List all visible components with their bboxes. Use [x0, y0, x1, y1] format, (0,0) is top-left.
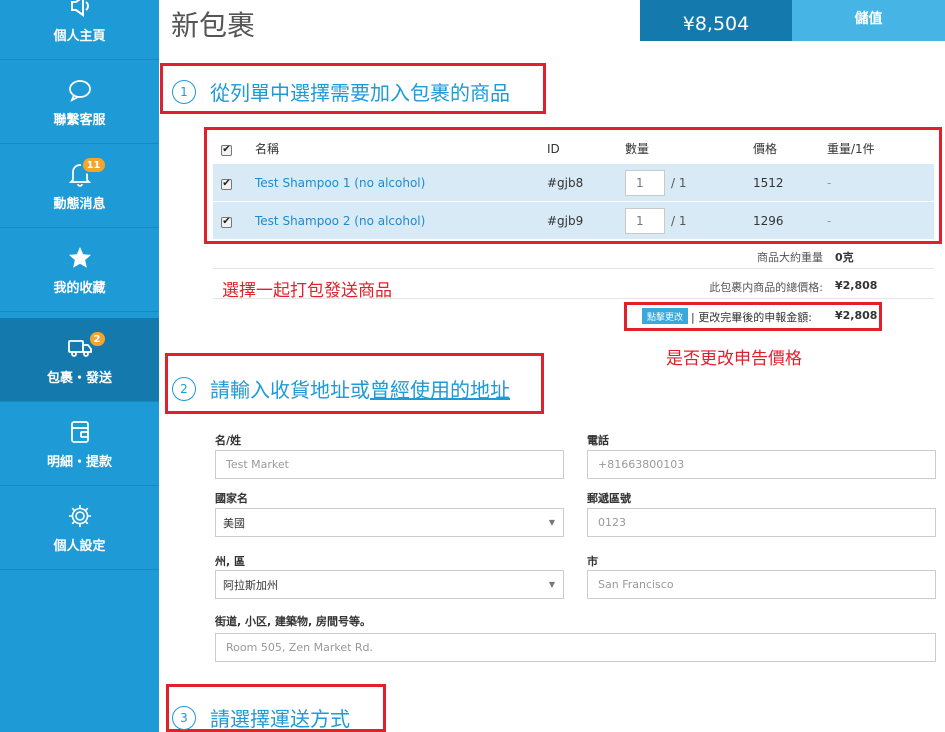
product-id: #gjb8: [547, 175, 584, 190]
quantity-input[interactable]: [625, 207, 665, 234]
sidebar-item-settings[interactable]: 個人設定: [0, 486, 159, 570]
state-value: 阿拉斯加州: [223, 578, 278, 592]
postal-code-field[interactable]: 0123: [587, 508, 936, 537]
table-row: ✔ Test Shampoo 2 (no alcohol) #gjb9 / 1 …: [213, 201, 934, 239]
sidebar-item-label: 包裹・發送: [46, 371, 112, 386]
step-number: 1: [172, 79, 196, 104]
step-number: 2: [172, 376, 196, 401]
sidebar-item-support[interactable]: 聯繫客服: [0, 60, 159, 144]
chevron-down-icon: ▼: [548, 580, 555, 589]
bell-icon: 11: [63, 156, 107, 189]
chevron-down-icon: ▼: [548, 518, 555, 527]
total-price-label: 此包裹内商品的總價格:: [709, 281, 823, 294]
quantity-total: / 1: [671, 213, 687, 228]
select-items-annotation: 選擇一起打包發送商品: [222, 281, 392, 301]
country-select[interactable]: 美國 ▼: [215, 508, 564, 537]
weight-label: 商品大約重量: [757, 251, 823, 264]
product-price: 1296: [753, 213, 784, 228]
sidebar-item-label: 我的收藏: [53, 281, 106, 296]
step-number: 3: [172, 705, 196, 730]
balance-value: ¥8,504: [682, 13, 750, 35]
sidebar-item-statement[interactable]: 明細・提款: [0, 402, 159, 486]
sidebar-item-home[interactable]: 個人主頁: [0, 0, 159, 60]
step-title-text: 請輸入收貨地址或: [210, 378, 370, 402]
product-table: ✔ 名稱 ID 數量 價格 重量/1件 ✔ Test Shampoo 1 (no…: [213, 134, 934, 239]
phone-label: 電話: [587, 434, 609, 447]
sidebar-item-label: 個人設定: [53, 539, 106, 554]
city-label: 市: [587, 555, 598, 568]
quantity-total: / 1: [671, 175, 687, 190]
postal-label: 郵遞區號: [587, 492, 631, 505]
sidebar-item-packages[interactable]: 2 包裹・發送: [0, 318, 159, 402]
weight-value: 0克: [835, 251, 854, 264]
sidebar-item-favorites[interactable]: 我的收藏: [0, 228, 159, 312]
total-price-value: ¥2,808: [835, 279, 878, 292]
state-select[interactable]: 阿拉斯加州 ▼: [215, 570, 564, 599]
package-count-badge: 2: [87, 330, 107, 348]
sidebar-item-label: 明細・提款: [46, 455, 112, 470]
divider: [213, 268, 934, 269]
declare-price-annotation: 是否更改申告價格: [666, 349, 802, 369]
truck-icon: 2: [63, 330, 107, 363]
notification-badge: 11: [80, 156, 107, 174]
product-weight: -: [827, 213, 832, 228]
sidebar-item-label: 聯繫客服: [53, 113, 106, 128]
step-title: 請輸入收貨地址或曾經使用的地址: [210, 374, 510, 403]
step-1-heading: 1 從列單中選擇需要加入包裹的商品: [172, 77, 510, 106]
phone-field[interactable]: +81663800103: [587, 450, 936, 479]
column-header: 重量/1件: [827, 142, 875, 156]
sidebar-item-label: 動態消息: [53, 197, 106, 212]
table-header: ✔ 名稱 ID 數量 價格 重量/1件: [213, 134, 934, 163]
balance-display: ¥8,504: [640, 0, 792, 41]
table-row: ✔ Test Shampoo 1 (no alcohol) #gjb8 / 1 …: [213, 163, 934, 201]
product-name-link[interactable]: Test Shampoo 1 (no alcohol): [255, 176, 547, 190]
select-all-checkbox[interactable]: ✔: [221, 144, 232, 156]
sidebar: 個人主頁 聯繫客服 11 動態消息 我的收藏 2 包裹・發送 明細・提款 個人設…: [0, 0, 159, 732]
name-field[interactable]: Test Market: [215, 450, 564, 479]
street-address-field[interactable]: Room 505, Zen Market Rd.: [215, 633, 936, 662]
edit-declared-value-button[interactable]: 點擊更改: [642, 308, 688, 324]
row-checkbox[interactable]: ✔: [221, 178, 232, 190]
product-weight: -: [827, 175, 832, 190]
column-header: ID: [547, 141, 560, 156]
column-header: 名稱: [255, 142, 280, 156]
name-label: 名/姓: [215, 434, 242, 447]
declared-value-label: | 更改完畢後的申報金額:: [691, 311, 812, 324]
step-title: 請選擇運送方式: [210, 707, 350, 731]
column-header: 數量: [625, 142, 650, 156]
star-icon: [63, 243, 97, 273]
sidebar-item-news[interactable]: 11 動態消息: [0, 144, 159, 228]
country-value: 美國: [223, 516, 245, 530]
city-field[interactable]: San Francisco: [587, 570, 936, 599]
step-2-heading: 2 請輸入收貨地址或曾經使用的地址: [172, 374, 510, 403]
country-label: 國家名: [215, 492, 248, 505]
saved-addresses-link[interactable]: 曾經使用的地址: [370, 378, 510, 402]
row-checkbox[interactable]: ✔: [221, 216, 232, 228]
step-title: 從列單中選擇需要加入包裹的商品: [210, 81, 510, 105]
topup-button[interactable]: 儲值: [792, 0, 945, 41]
step-3-heading: 3 請選擇運送方式: [172, 703, 350, 732]
chat-bubble-icon: [63, 75, 97, 105]
megaphone-icon: [63, 0, 97, 21]
state-label: 州, 區: [215, 555, 246, 568]
product-name-link[interactable]: Test Shampoo 2 (no alcohol): [255, 214, 547, 228]
page-title: 新包裹: [171, 9, 256, 42]
product-price: 1512: [753, 175, 784, 190]
column-header: 價格: [753, 142, 778, 156]
wallet-icon: [63, 417, 97, 447]
gear-icon: [63, 501, 97, 531]
declared-value: ¥2,808: [835, 309, 878, 322]
quantity-input[interactable]: [625, 169, 665, 196]
product-id: #gjb9: [547, 213, 584, 228]
street-label: 街道, 小区, 建築物, 房間号等。: [215, 615, 372, 628]
sidebar-item-label: 個人主頁: [53, 29, 106, 44]
